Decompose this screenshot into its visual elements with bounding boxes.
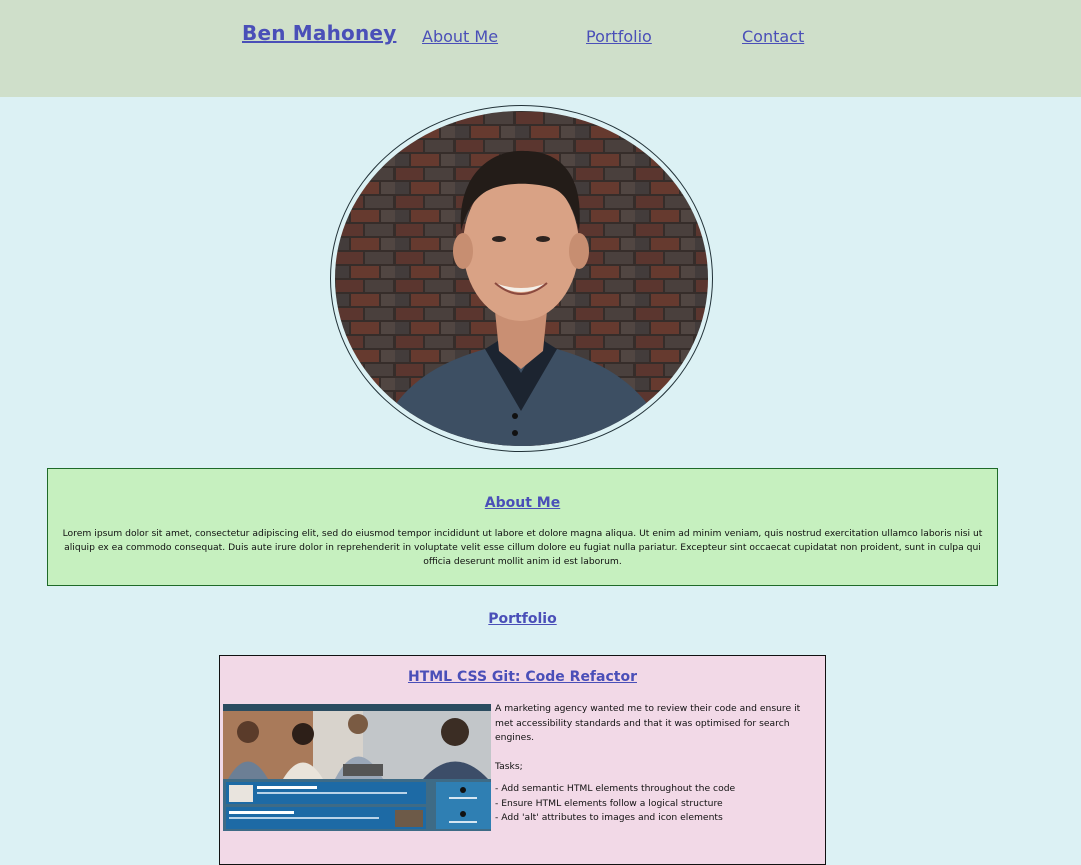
task-item: - Add 'alt' attributes to images and ico… [495,812,723,823]
project-title-link[interactable]: HTML CSS Git: Code Refactor [220,669,825,685]
about-section: About Me Lorem ipsum dolor sit amet, con… [47,468,998,586]
project-description-text: A marketing agency wanted me to review t… [495,703,801,743]
tasks-label: Tasks; [495,760,523,772]
profile-photo [335,111,708,446]
about-text: Lorem ipsum dolor sit amet, consectetur … [62,528,983,567]
nav-portfolio[interactable]: Portfolio [586,27,652,46]
site-header: Ben Mahoney About Me Portfolio Contact [0,0,1081,97]
project-description: A marketing agency wanted me to review t… [495,702,815,826]
about-title-link[interactable]: About Me [48,495,997,511]
portfolio-heading-link[interactable]: Portfolio [0,611,1045,627]
nav-contact[interactable]: Contact [742,27,804,46]
task-list: - Add semantic HTML elements throughout … [495,782,815,826]
task-item: - Ensure HTML elements follow a logical … [495,797,723,809]
project-card: HTML CSS Git: Code Refactor A marketing … [219,655,826,865]
project-screenshot [223,704,491,831]
task-item: - Add semantic HTML elements throughout … [495,783,736,794]
brand-link[interactable]: Ben Mahoney [242,21,396,45]
nav-about-me[interactable]: About Me [422,27,498,46]
profile-photo-frame [330,105,713,452]
